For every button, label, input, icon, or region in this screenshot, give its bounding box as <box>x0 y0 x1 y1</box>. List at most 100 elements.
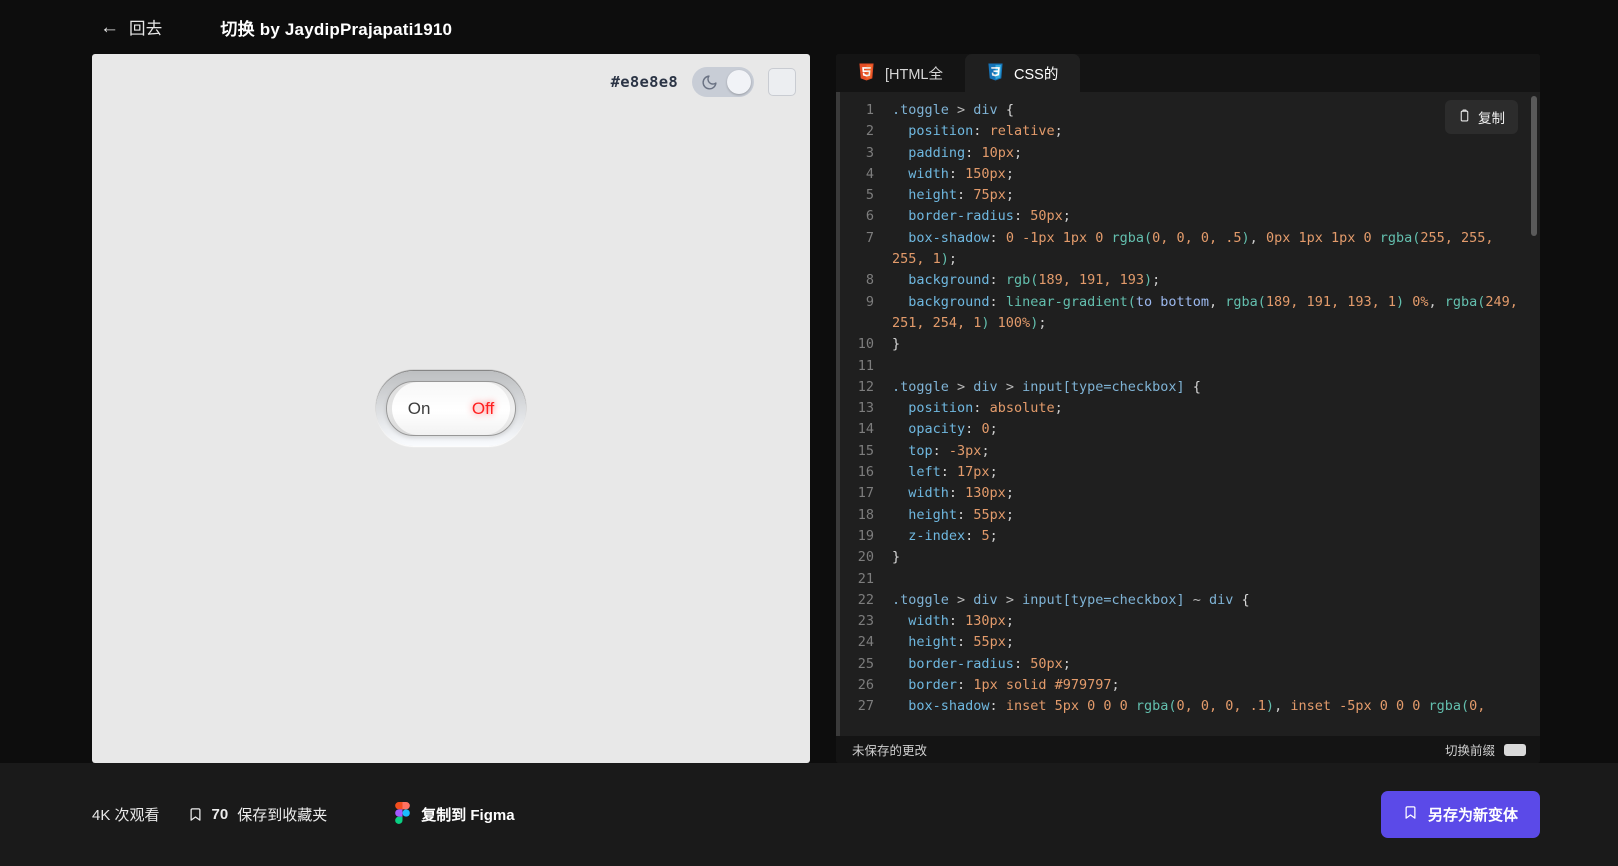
code-line: 25 border-radius: 50px; <box>836 654 1520 675</box>
line-code: width: 150px; <box>908 165 1014 182</box>
save-to-collection-button[interactable]: 70 保存到收藏夹 <box>188 804 327 825</box>
line-number: 8 <box>865 272 874 289</box>
line-code: box-shadow: inset 5px 0 0 0 rgba(0, 0, 0… <box>908 698 1486 715</box>
code-line: 6 border-radius: 50px; <box>836 206 1520 227</box>
code-scrollbar[interactable] <box>1531 96 1537 236</box>
line-number: 27 <box>857 698 874 715</box>
line-code: width: 130px; <box>908 613 1014 630</box>
line-code: box-shadow: 0 -1px 1px 0 rgba(0, 0, 0, .… <box>892 229 1502 268</box>
toggle-on-label: On <box>407 398 431 418</box>
code-line: 27 box-shadow: inset 5px 0 0 0 rgba(0, 0… <box>836 696 1520 717</box>
save-count: 70 <box>211 806 229 823</box>
app-root: ← 回去 切换 by JaydipPrajapati1910 #e8e8e8 O… <box>0 0 1618 866</box>
code-line: 13 position: absolute; <box>836 398 1520 419</box>
line-code: border-radius: 50px; <box>908 655 1071 672</box>
code-line: 4 width: 150px; <box>836 164 1520 185</box>
line-code: .toggle > div { <box>892 102 1014 118</box>
editor-status-bar: 未保存的更改 切换前缀 <box>836 736 1540 763</box>
html5-icon <box>858 63 875 83</box>
line-code: background: linear-gradient(to bottom, r… <box>892 293 1527 331</box>
code-line: 19 z-index: 5; <box>836 526 1520 547</box>
line-code: height: 55px; <box>908 506 1014 523</box>
page-header: ← 回去 切换 by JaydipPrajapati1910 <box>0 0 1618 54</box>
bookmark-plus-icon <box>1403 803 1418 826</box>
code-line: 14 opacity: 0; <box>836 419 1520 440</box>
line-code: } <box>892 336 901 353</box>
line-number: 21 <box>857 570 874 587</box>
line-number: 3 <box>865 144 874 161</box>
line-number: 20 <box>857 549 874 566</box>
page-title: 切换 by JaydipPrajapati1910 <box>220 19 453 39</box>
line-number: 26 <box>857 677 874 694</box>
line-number: 10 <box>857 336 874 353</box>
code-line: 7 box-shadow: 0 -1px 1px 0 rgba(0, 0, 0,… <box>836 228 1520 271</box>
line-code: position: relative; <box>908 123 1063 140</box>
line-number: 12 <box>857 378 874 395</box>
code-area: 复制 1 .toggle > div {2 position: relative;… <box>836 92 1540 736</box>
code-line: 3 padding: 10px; <box>836 143 1520 164</box>
status-right-group: 切换前缀 <box>1445 740 1526 759</box>
line-code: width: 130px; <box>908 485 1014 502</box>
line-number: 2 <box>865 123 874 140</box>
save-as-variant-button[interactable]: 另存为新变体 <box>1380 791 1540 838</box>
line-code: .toggle > div > input[type=checkbox] { <box>892 378 1201 395</box>
line-number: 9 <box>865 293 874 310</box>
code-line: 12 .toggle > div > input[type=checkbox] { <box>836 377 1520 398</box>
code-line: 10} <box>836 334 1520 355</box>
copy-to-figma-label: 复制到 Figma <box>421 807 515 824</box>
line-code: height: 55px; <box>908 634 1014 651</box>
copy-code-button[interactable]: 复制 <box>1445 100 1518 134</box>
line-number: 5 <box>865 187 874 204</box>
line-code: left: 17px; <box>908 464 998 481</box>
line-code: opacity: 0; <box>908 421 998 438</box>
line-code: border: 1px solid #979797; <box>908 677 1120 694</box>
line-number: 22 <box>857 591 874 608</box>
back-button[interactable]: ← 回去 <box>100 15 162 39</box>
line-number: 13 <box>857 400 874 417</box>
line-code: z-index: 5; <box>908 527 998 544</box>
figma-icon <box>395 801 411 828</box>
unsaved-changes-label: 未保存的更改 <box>852 744 928 758</box>
preview-stage: On Off <box>92 54 810 763</box>
toggle-off-label: Off <box>471 398 495 418</box>
back-button-label: 回去 <box>129 20 163 38</box>
code-line: 21 <box>836 569 1520 590</box>
code-editor-pane: [HTML全 CSS的 复制 1 .toggle > div {2 posit… <box>836 54 1540 763</box>
line-number: 1 <box>865 102 874 118</box>
code-line: 16 left: 17px; <box>836 462 1520 483</box>
code-line: 2 position: relative; <box>836 121 1520 142</box>
toggle-track[interactable]: On Off <box>386 381 516 436</box>
line-number: 14 <box>857 421 874 438</box>
line-code: top: -3px; <box>908 442 990 459</box>
tab-html[interactable]: [HTML全 <box>836 54 965 92</box>
code-line: 23 width: 130px; <box>836 611 1520 632</box>
code-line: 22 .toggle > div > input[type=checkbox] ~… <box>836 590 1520 611</box>
line-number: 4 <box>865 165 874 182</box>
line-number: 11 <box>857 357 874 374</box>
copy-to-figma-button[interactable]: 复制到 Figma <box>367 776 542 854</box>
line-number: 18 <box>857 506 874 523</box>
line-code: border-radius: 50px; <box>908 208 1071 225</box>
line-number: 7 <box>865 229 874 246</box>
line-number: 24 <box>857 634 874 651</box>
code-line: 24 height: 55px; <box>836 632 1520 653</box>
bookmark-icon <box>188 805 203 824</box>
line-number: 23 <box>857 613 874 630</box>
line-code: padding: 10px; <box>908 144 1023 161</box>
prefix-toggle[interactable] <box>1504 743 1526 756</box>
code-line: 11 <box>836 356 1520 377</box>
code-line: 17 width: 130px; <box>836 483 1520 504</box>
code-line: 26 border: 1px solid #979797; <box>836 675 1520 696</box>
tab-html-label: [HTML全 <box>885 66 943 83</box>
line-code: background: rgb(189, 191, 193); <box>908 272 1161 289</box>
code-content[interactable]: 1 .toggle > div {2 position: relative; 3 p… <box>836 92 1540 736</box>
line-number: 17 <box>857 485 874 502</box>
line-number: 25 <box>857 655 874 672</box>
code-line: 5 height: 75px; <box>836 185 1520 206</box>
save-as-variant-label: 另存为新变体 <box>1427 807 1518 824</box>
toggle-component[interactable]: On Off <box>376 371 526 446</box>
tab-css[interactable]: CSS的 <box>965 54 1081 92</box>
preview-pane: #e8e8e8 On Off <box>92 54 810 763</box>
line-code: height: 75px; <box>908 187 1014 204</box>
css3-icon <box>987 63 1004 83</box>
